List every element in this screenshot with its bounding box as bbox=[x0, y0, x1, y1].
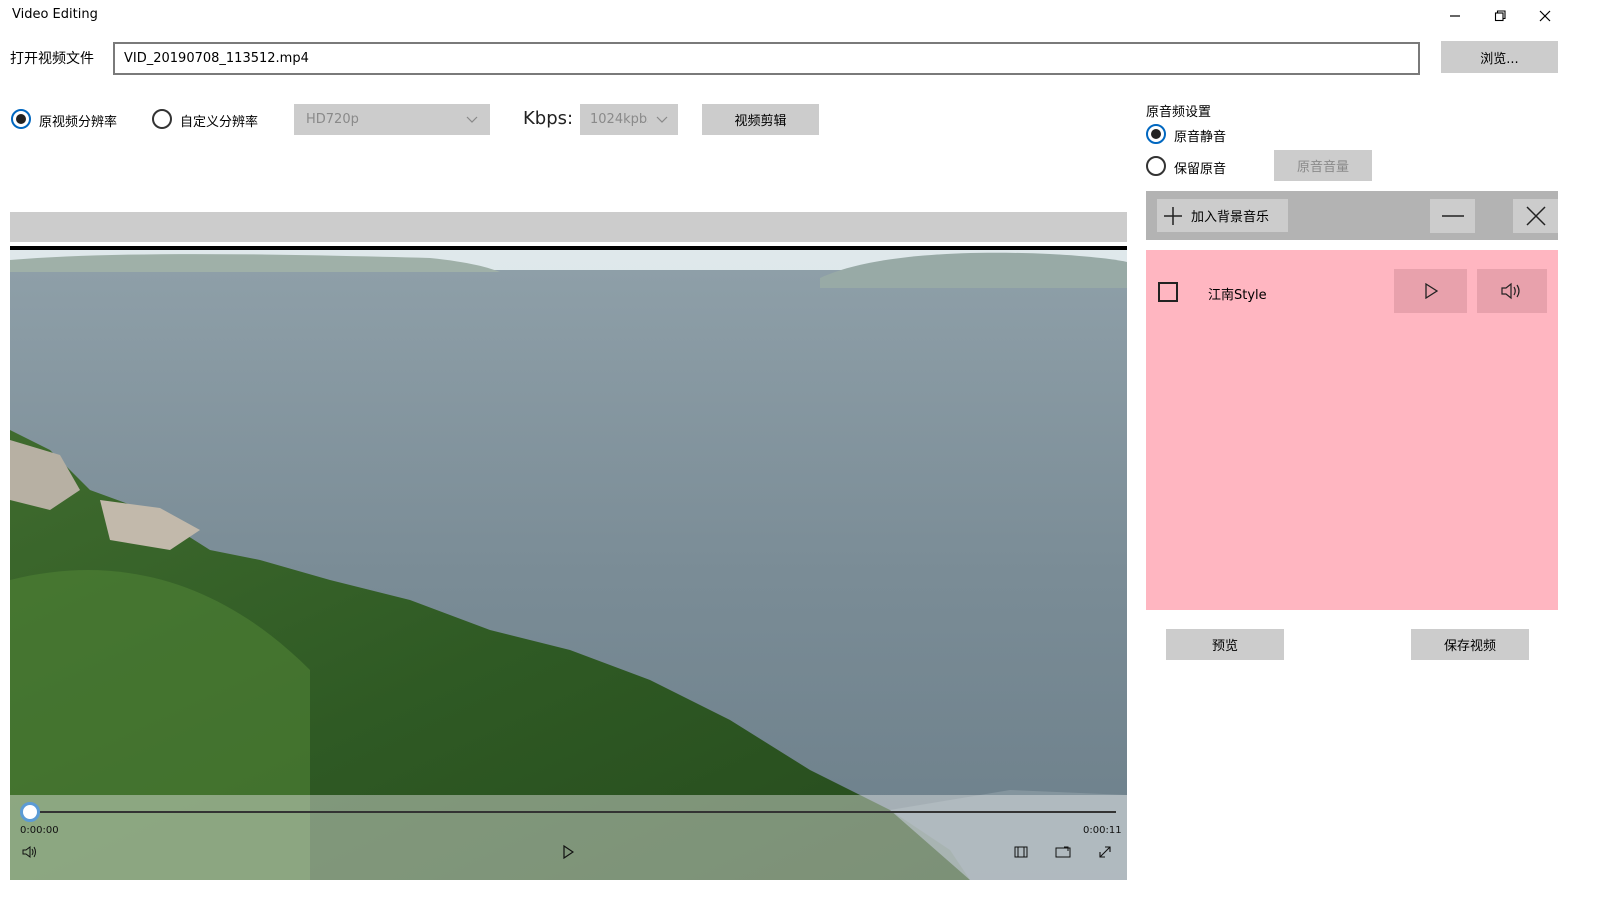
custom-resolution-label: 自定义分辨率 bbox=[180, 115, 259, 130]
keep-original-radio[interactable] bbox=[1146, 156, 1166, 176]
add-music-label: 加入背景音乐 bbox=[1191, 210, 1270, 225]
audio-settings-title: 原音频设置 bbox=[1146, 105, 1212, 120]
kbps-select[interactable]: 1024kpbs bbox=[580, 104, 678, 135]
chevron-down-icon bbox=[466, 116, 478, 123]
original-resolution-label: 原视频分辨率 bbox=[39, 115, 118, 130]
player-controls bbox=[10, 795, 1127, 880]
title-bar bbox=[0, 0, 1600, 32]
seek-thumb[interactable] bbox=[20, 802, 40, 822]
mute-original-label: 原音静音 bbox=[1174, 130, 1227, 145]
open-file-label: 打开视频文件 bbox=[10, 51, 94, 67]
current-time: 0:00:00 bbox=[20, 825, 59, 836]
play-icon bbox=[1424, 283, 1438, 299]
volume-icon bbox=[1501, 282, 1520, 300]
close-icon bbox=[1539, 10, 1551, 22]
music-play-button[interactable] bbox=[1394, 269, 1467, 313]
original-resolution-radio[interactable] bbox=[11, 109, 31, 129]
minus-icon bbox=[1441, 215, 1464, 217]
save-video-button[interactable]: 保存视频 bbox=[1411, 629, 1529, 660]
close-icon bbox=[1525, 206, 1546, 226]
video-frame bbox=[10, 250, 1127, 880]
remove-music-button[interactable] bbox=[1430, 199, 1475, 233]
browse-button[interactable]: 浏览... bbox=[1441, 41, 1558, 73]
preview-button[interactable]: 预览 bbox=[1166, 629, 1284, 660]
resolution-preset-select[interactable]: HD720p bbox=[294, 104, 490, 135]
cast-icon[interactable] bbox=[1051, 840, 1075, 864]
video-clip-button[interactable]: 视频剪辑 bbox=[702, 104, 819, 135]
close-button[interactable] bbox=[1522, 0, 1568, 32]
mute-original-radio[interactable] bbox=[1146, 124, 1166, 144]
music-volume-button[interactable] bbox=[1477, 269, 1547, 313]
clear-music-button[interactable] bbox=[1513, 199, 1558, 233]
music-item-checkbox[interactable] bbox=[1158, 282, 1178, 302]
minimize-icon bbox=[1450, 15, 1460, 17]
volume-icon[interactable] bbox=[18, 840, 42, 864]
minimize-button[interactable] bbox=[1432, 0, 1478, 32]
kbps-value: 1024kpbs bbox=[590, 112, 648, 127]
custom-resolution-radio[interactable] bbox=[152, 109, 172, 129]
chevron-down-icon bbox=[656, 116, 668, 123]
resolution-preset-value: HD720p bbox=[306, 112, 359, 127]
processing-progress-bar bbox=[10, 212, 1127, 242]
total-time: 0:00:11 bbox=[1083, 825, 1122, 836]
original-volume-button[interactable]: 原音音量 bbox=[1274, 150, 1372, 181]
file-path-input[interactable] bbox=[113, 42, 1420, 75]
music-item-name: 江南Style bbox=[1208, 288, 1267, 303]
add-music-button[interactable]: 加入背景音乐 bbox=[1157, 199, 1288, 232]
seek-bar[interactable] bbox=[30, 811, 1116, 813]
plus-icon bbox=[1164, 206, 1182, 225]
restore-icon bbox=[1494, 10, 1506, 22]
window-title: Video Editing bbox=[12, 7, 98, 22]
kbps-label: Kbps: bbox=[523, 108, 574, 129]
play-icon[interactable] bbox=[556, 840, 580, 864]
fullscreen-icon[interactable] bbox=[1093, 840, 1117, 864]
aspect-ratio-icon[interactable] bbox=[1009, 840, 1033, 864]
keep-original-label: 保留原音 bbox=[1174, 162, 1227, 177]
restore-button[interactable] bbox=[1477, 0, 1523, 32]
